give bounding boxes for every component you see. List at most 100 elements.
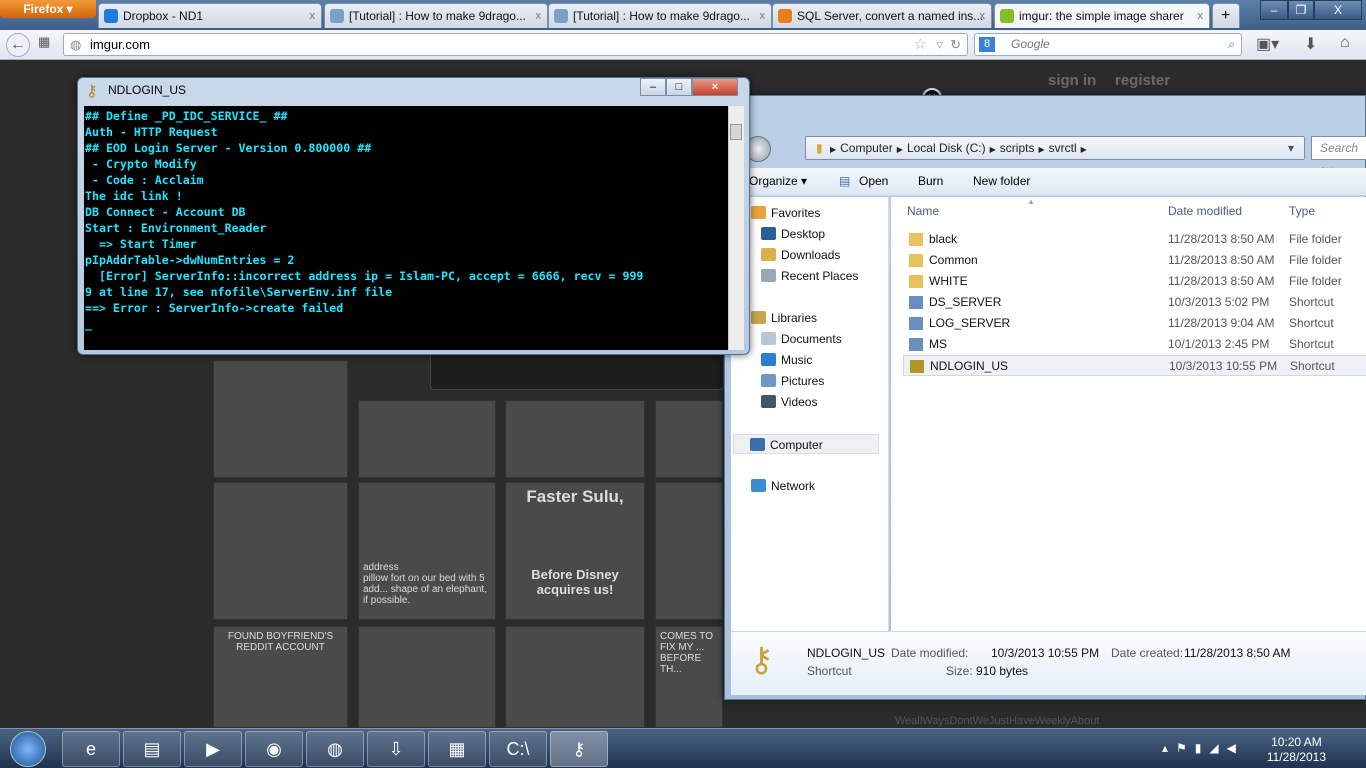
downloads-icon[interactable]: ⬇: [1304, 34, 1317, 54]
tray-icons[interactable]: ▴⚑▮◢◀: [1162, 741, 1244, 755]
bookmarks-icon[interactable]: ▣▾: [1256, 34, 1279, 54]
image-thumb[interactable]: [505, 626, 645, 728]
console-output[interactable]: ## Define _PD_IDC_SERVICE_ ## Auth - HTTP…: [84, 106, 728, 350]
nav-item-recent-places[interactable]: Recent Places: [761, 266, 858, 286]
browser-tab[interactable]: [Tutorial] : How to make 9drago... x: [548, 3, 772, 28]
reload-icon[interactable]: ↻: [950, 34, 961, 55]
breadcrumb-separator-icon[interactable]: ▶: [897, 145, 903, 154]
search-input[interactable]: 8 Google ⌕: [974, 33, 1242, 56]
tab-groups-icon[interactable]: ▦: [38, 34, 50, 50]
column-type[interactable]: Type: [1289, 204, 1315, 218]
taskbar-firefox[interactable]: ◍: [306, 731, 364, 767]
nav-item-music[interactable]: Music: [761, 350, 812, 370]
image-thumb[interactable]: Faster Sulu, Before Disney acquires us!: [505, 482, 645, 620]
image-thumb[interactable]: [655, 400, 723, 478]
minimize-button[interactable]: –: [1260, 0, 1288, 20]
firefox-menu-button[interactable]: Firefox ▾: [0, 0, 96, 18]
address-dropdown-icon[interactable]: ▾: [1288, 137, 1294, 159]
taskbar-cmd[interactable]: C:\: [489, 731, 547, 767]
file-row[interactable]: MS 10/1/2013 2:45 PM Shortcut: [903, 334, 1366, 355]
sign-in-link[interactable]: sign in: [1048, 72, 1096, 89]
image-thumb[interactable]: [213, 482, 348, 620]
browser-tab[interactable]: Dropbox - ND1 x: [98, 3, 322, 28]
open-button[interactable]: Open: [859, 168, 888, 195]
taskbar-ie[interactable]: e: [62, 731, 120, 767]
console-scrollbar[interactable]: [728, 106, 744, 350]
chrome-icon: ◉: [266, 739, 282, 759]
file-row[interactable]: DS_SERVER 10/3/2013 5:02 PM Shortcut: [903, 292, 1366, 313]
breadcrumb-separator-icon[interactable]: ▶: [1081, 145, 1087, 154]
bookmark-star-icon[interactable]: ☆: [914, 34, 927, 55]
file-row[interactable]: black 11/28/2013 8:50 AM File folder: [903, 229, 1366, 250]
close-tab-icon[interactable]: x: [760, 4, 766, 28]
control-panel-icon: ▦: [448, 739, 466, 759]
nav-item-favorites[interactable]: Favorites: [751, 203, 820, 223]
taskbar-control-panel[interactable]: ▦: [428, 731, 486, 767]
nav-item-downloads[interactable]: Downloads: [761, 245, 840, 265]
home-icon[interactable]: ⌂: [1340, 34, 1350, 52]
keys-shortcut-icon: [910, 360, 924, 373]
nav-item-desktop[interactable]: Desktop: [761, 224, 825, 244]
address-bar[interactable]: ▮ ▶ Computer ▶ Local Disk (C:) ▶ scripts ▶ svrc…: [805, 136, 1305, 160]
nav-item-pictures[interactable]: Pictures: [761, 371, 824, 391]
minimize-button[interactable]: –: [640, 78, 666, 96]
restore-button[interactable]: ❐: [1288, 0, 1314, 20]
close-tab-icon[interactable]: x: [1198, 4, 1204, 28]
image-thumb[interactable]: FOUND BOYFRIEND'S REDDIT ACCOUNT: [213, 626, 348, 728]
register-link[interactable]: register: [1115, 72, 1170, 89]
start-button[interactable]: [10, 731, 46, 767]
new-tab-button[interactable]: +: [1212, 3, 1240, 28]
shortcut-icon: [909, 338, 923, 351]
column-name[interactable]: Name: [907, 204, 939, 218]
breadcrumb-item[interactable]: scripts: [1000, 141, 1035, 155]
breadcrumb-item[interactable]: Local Disk (C:): [907, 141, 986, 155]
browser-tab[interactable]: SQL Server, convert a named ins... x: [772, 3, 992, 28]
nav-item-libraries[interactable]: Libraries: [751, 308, 817, 328]
nav-item-computer[interactable]: Computer: [733, 434, 879, 454]
taskbar-chrome[interactable]: ◉: [245, 731, 303, 767]
browser-tab[interactable]: [Tutorial] : How to make 9drago... x: [324, 3, 548, 28]
folder-icon: [909, 275, 923, 288]
breadcrumb-separator-icon[interactable]: ▶: [990, 145, 996, 154]
organize-button[interactable]: Organize ▾: [749, 168, 807, 195]
url-bar[interactable]: ◍ imgur.com ☆ ▿ ↻: [63, 33, 968, 56]
breadcrumb-item[interactable]: Computer: [840, 141, 893, 155]
image-thumb[interactable]: [213, 360, 348, 478]
close-tab-icon[interactable]: x: [980, 4, 986, 28]
clock[interactable]: 10:20 AM 11/28/2013: [1267, 735, 1326, 765]
image-thumb[interactable]: [358, 400, 496, 478]
browser-tab[interactable]: imgur: the simple image sharer x: [994, 3, 1210, 28]
file-row[interactable]: WHITE 11/28/2013 8:50 AM File folder: [903, 271, 1366, 292]
taskbar-keys[interactable]: ⚷: [550, 731, 608, 767]
close-tab-icon[interactable]: x: [536, 4, 542, 28]
taskbar-media-player[interactable]: ▶: [184, 731, 242, 767]
image-thumb[interactable]: [655, 482, 723, 620]
close-tab-icon[interactable]: x: [310, 4, 316, 28]
new-folder-button[interactable]: New folder: [973, 168, 1030, 195]
search-icon[interactable]: ⌕: [1228, 34, 1235, 55]
image-thumb[interactable]: [505, 400, 645, 478]
file-row[interactable]: Common 11/28/2013 8:50 AM File folder: [903, 250, 1366, 271]
breadcrumb-separator-icon[interactable]: ▶: [1038, 145, 1044, 154]
nav-item-network[interactable]: Network: [751, 476, 815, 496]
back-icon[interactable]: ←: [6, 33, 30, 57]
burn-button[interactable]: Burn: [918, 168, 943, 195]
dropdown-icon[interactable]: ▿: [936, 34, 943, 55]
breadcrumb-item[interactable]: svrctl: [1049, 141, 1077, 155]
maximize-button[interactable]: □: [666, 78, 692, 96]
image-thumb[interactable]: COMES TO FIX MY ... BEFORE TH...: [655, 626, 723, 728]
column-date-modified[interactable]: Date modified: [1168, 204, 1242, 218]
nav-item-videos[interactable]: Videos: [761, 392, 817, 412]
search-input[interactable]: Search sv: [1311, 136, 1366, 177]
console-line: 9 at line 17, see nfofile\ServerEnv.inf …: [85, 285, 393, 299]
taskbar-download-manager[interactable]: ⇩: [367, 731, 425, 767]
image-thumb[interactable]: [358, 626, 496, 728]
close-button[interactable]: X: [1314, 0, 1362, 20]
taskbar-explorer[interactable]: ▤: [123, 731, 181, 767]
close-button[interactable]: ×: [692, 78, 738, 96]
file-row[interactable]: LOG_SERVER 11/28/2013 9:04 AM Shortcut: [903, 313, 1366, 334]
nav-item-documents[interactable]: Documents: [761, 329, 842, 349]
breadcrumb-separator-icon[interactable]: ▶: [830, 145, 836, 154]
image-thumb[interactable]: address pillow fort on our bed with 5 add…: [358, 482, 496, 620]
file-row[interactable]: NDLOGIN_US 10/3/2013 10:55 PM Shortcut: [903, 355, 1366, 376]
